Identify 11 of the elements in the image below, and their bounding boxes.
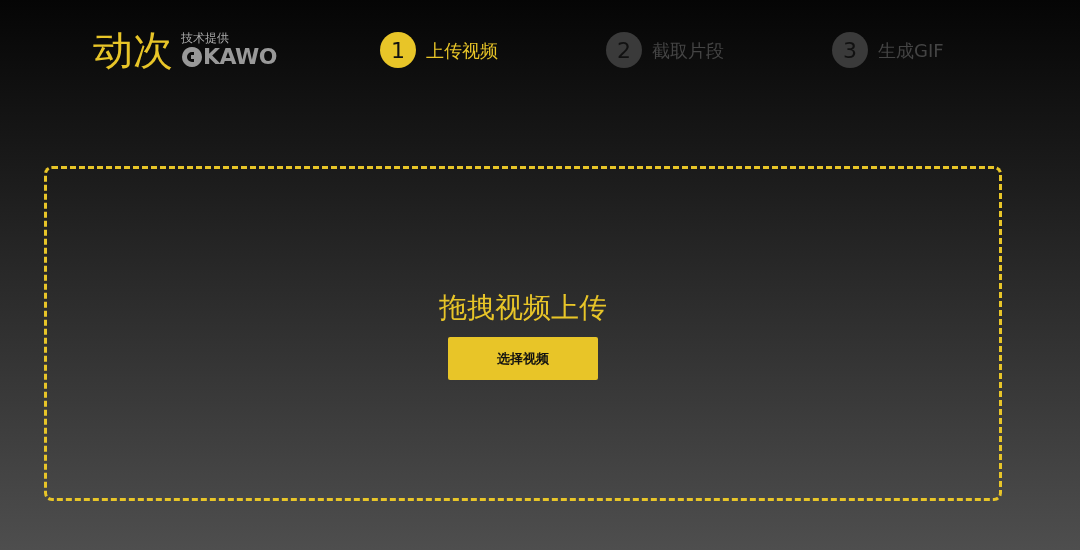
partner-logo: KAWO [203, 45, 278, 68]
credit-text: 技术提供 [181, 32, 230, 46]
step-label: 截取片段 [652, 38, 724, 63]
step-number: 1 [380, 32, 416, 68]
partner-logo-icon [181, 45, 203, 68]
brand-logo: 动次 [93, 30, 173, 70]
upload-dropzone[interactable]: 拖拽视频上传 选择视频 [44, 166, 1002, 501]
step-label: 生成GIF [878, 38, 944, 63]
select-video-button[interactable]: 选择视频 [448, 337, 598, 380]
step-label: 上传视频 [426, 38, 498, 63]
dropzone-title: 拖拽视频上传 [439, 290, 607, 326]
